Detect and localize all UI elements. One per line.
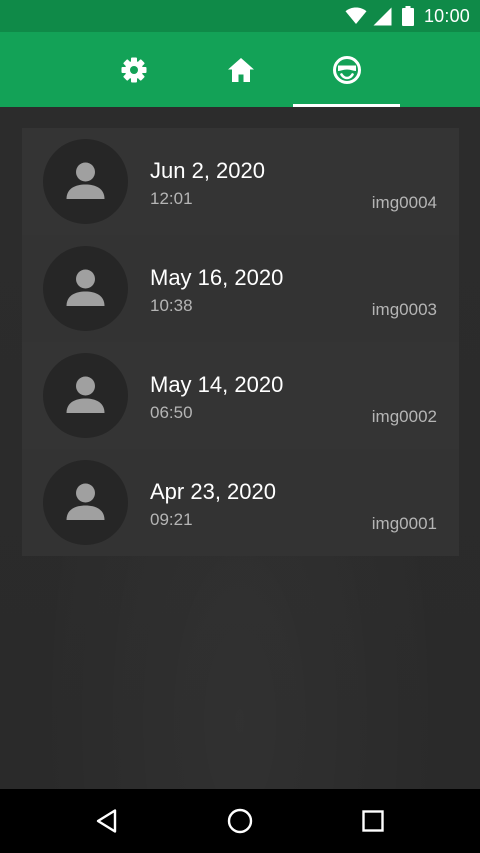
avatar — [43, 139, 128, 224]
recents-icon — [362, 810, 384, 832]
entry-image-name: img0004 — [371, 193, 437, 212]
home-nav-button[interactable] — [200, 789, 280, 853]
recents-button[interactable] — [333, 789, 413, 853]
entry-image-name: img0001 — [371, 514, 437, 533]
entry-date: Apr 23, 2020 — [150, 479, 276, 504]
wifi-icon — [345, 7, 367, 25]
avatar — [43, 246, 128, 331]
battery-icon — [401, 6, 414, 26]
entry-image-name: img0003 — [371, 300, 437, 319]
entry-date: Jun 2, 2020 — [150, 158, 265, 183]
back-icon — [95, 808, 119, 834]
list-item[interactable]: Apr 23, 2020 09:21 img0001 — [22, 449, 459, 556]
list-item[interactable]: Jun 2, 2020 12:01 img0004 — [22, 128, 459, 235]
entry-image-name: img0002 — [371, 407, 437, 426]
entry-time: 06:50 — [150, 403, 193, 422]
list-item[interactable]: May 14, 2020 06:50 img0002 — [22, 342, 459, 449]
home-icon — [227, 57, 255, 83]
entry-time: 12:01 — [150, 189, 193, 208]
main-content: Jun 2, 2020 12:01 img0004 May 16, 2020 1… — [0, 107, 480, 789]
status-bar: 10:00 — [0, 0, 480, 32]
avatar — [43, 460, 128, 545]
status-icons: 10:00 — [345, 0, 470, 32]
signal-icon — [373, 7, 392, 26]
home-circle-icon — [227, 808, 253, 834]
tab-home[interactable] — [187, 32, 294, 107]
tab-settings[interactable] — [80, 32, 187, 107]
navigation-bar — [0, 789, 480, 853]
entry-list: Jun 2, 2020 12:01 img0004 May 16, 2020 1… — [22, 128, 459, 556]
status-time: 10:00 — [423, 5, 470, 26]
entry-time: 10:38 — [150, 296, 193, 315]
back-button[interactable] — [67, 789, 147, 853]
avatar — [43, 353, 128, 438]
gear-icon — [120, 56, 148, 84]
entry-date: May 16, 2020 — [150, 265, 284, 290]
list-item[interactable]: May 16, 2020 10:38 img0003 — [22, 235, 459, 342]
entry-date: May 14, 2020 — [150, 372, 284, 397]
app-bar — [0, 32, 480, 107]
entry-time: 09:21 — [150, 510, 193, 529]
masked-face-icon — [332, 55, 362, 85]
tab-profile[interactable] — [293, 32, 400, 107]
